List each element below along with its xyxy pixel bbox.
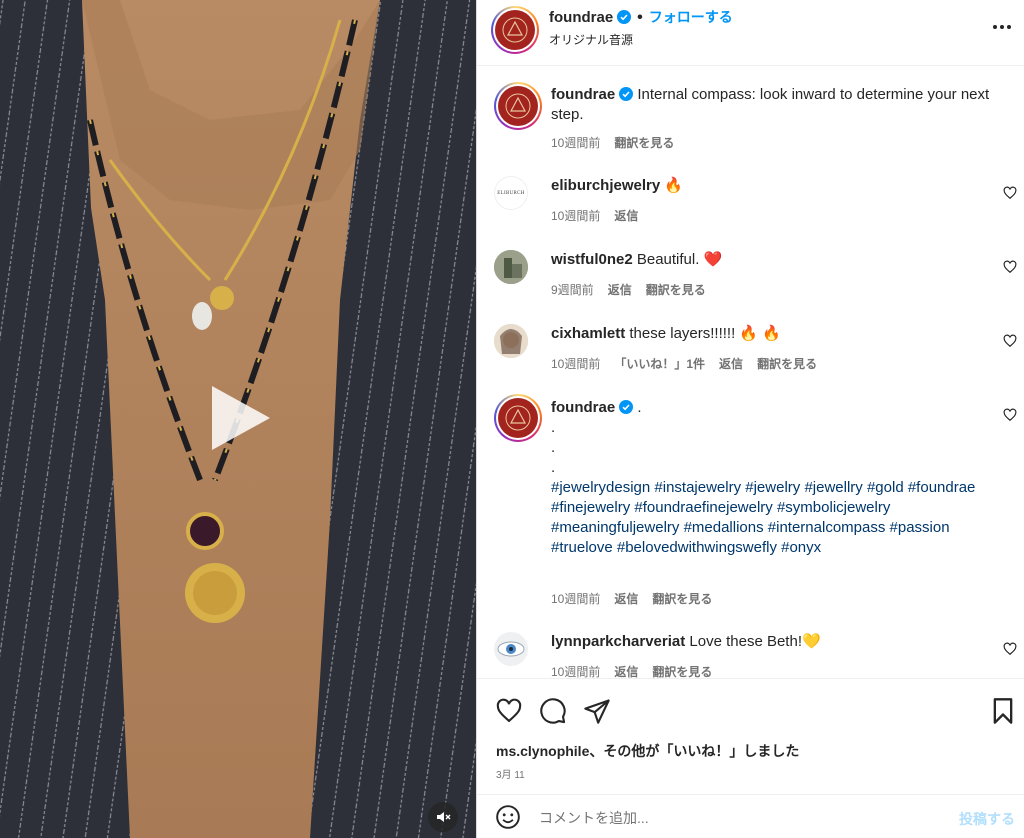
bookmark-icon <box>993 698 1013 724</box>
reply-button[interactable]: 返信 <box>608 283 632 297</box>
share-button[interactable] <box>583 697 611 730</box>
like-comment-heart-icon[interactable] <box>1003 408 1017 422</box>
emoji-button[interactable] <box>495 804 521 835</box>
comment-text: Love these Beth!💛 <box>689 633 821 650</box>
author-username[interactable]: foundrae <box>549 9 613 26</box>
translate-button[interactable]: 翻訳を見る <box>652 592 712 606</box>
video-player[interactable] <box>0 0 476 838</box>
post-panel: foundrae • フォローする オリジナル音源 foundrae Interna… <box>476 0 1024 838</box>
comments-list[interactable]: foundrae Internal compass: look inward t… <box>477 66 1024 678</box>
speaker-muted-icon <box>437 812 451 822</box>
comment-item: wistful0ne2 Beautiful. ❤️ 9週間前 返信 翻訳を見る <box>477 246 1024 320</box>
like-comment-heart-icon[interactable] <box>1003 334 1017 348</box>
reply-button[interactable]: 返信 <box>719 357 743 371</box>
commenter-avatar[interactable] <box>494 250 528 284</box>
commenter-username[interactable]: foundrae <box>551 399 615 416</box>
commenter-avatar[interactable] <box>494 632 528 666</box>
post-actions: ms.clynophile、その他が「いいね！」しました 3月 11 投稿する <box>477 678 1024 838</box>
comment-text: 🔥 <box>664 177 684 194</box>
translate-button[interactable]: 翻訳を見る <box>757 357 817 371</box>
caption: foundrae Internal compass: look inward t… <box>477 82 1024 172</box>
reply-button[interactable]: 返信 <box>614 665 638 678</box>
mute-toggle[interactable] <box>428 802 458 832</box>
avatar-text: ELIBURCH <box>497 190 525 196</box>
commenter-avatar[interactable] <box>494 324 528 358</box>
heart-icon <box>496 698 522 723</box>
comment-input[interactable] <box>539 807 939 829</box>
author-avatar[interactable] <box>494 394 542 442</box>
like-comment-heart-icon[interactable] <box>1003 260 1017 274</box>
likes-suffix: 、その他が「いいね！」しました <box>589 743 800 759</box>
comment-bubble-icon <box>540 698 566 724</box>
audio-label[interactable]: オリジナル音源 <box>549 31 633 48</box>
author-avatar[interactable] <box>494 82 542 130</box>
comment-time[interactable]: 10週間前 <box>551 209 600 223</box>
post-comment-button[interactable]: 投稿する <box>959 809 1015 829</box>
commenter-username[interactable]: cixhamlett <box>551 325 625 342</box>
liker-username[interactable]: ms.clynophile <box>496 743 589 759</box>
more-options-button[interactable] <box>991 16 1013 43</box>
comment-text-line: . <box>551 419 556 436</box>
comment-time[interactable]: 10週間前 <box>551 357 600 371</box>
play-button[interactable] <box>198 378 278 458</box>
comment-item: ELIBURCH eliburchjewelry 🔥 10週間前 返信 <box>477 172 1024 246</box>
reply-button[interactable]: 返信 <box>614 209 638 223</box>
evil-eye-avatar-icon <box>497 641 525 657</box>
commenter-username[interactable]: lynnparkcharveriat <box>551 633 685 650</box>
comment-time[interactable]: 10週間前 <box>551 592 600 606</box>
verified-badge-icon <box>617 10 632 24</box>
post-header: foundrae • フォローする オリジナル音源 <box>477 0 1024 66</box>
translate-button[interactable]: 翻訳を見る <box>646 283 706 297</box>
comment-button[interactable] <box>539 697 567 730</box>
caption-time[interactable]: 10週間前 <box>551 136 600 150</box>
comment-text-line: . <box>551 439 556 456</box>
comment-text-line: . <box>637 399 642 416</box>
like-comment-heart-icon[interactable] <box>1003 642 1017 656</box>
author-avatar[interactable] <box>491 6 539 54</box>
paper-plane-icon <box>584 699 610 724</box>
comment-text: Beautiful. ❤️ <box>636 251 723 268</box>
caption-username[interactable]: foundrae <box>551 86 615 103</box>
more-horizontal-icon <box>993 25 1011 29</box>
foundrae-logo-icon <box>498 398 538 438</box>
emoji-icon <box>496 805 520 829</box>
likes-summary[interactable]: ms.clynophile、その他が「いいね！」しました <box>496 741 799 761</box>
comment-item: foundrae . . . . #jewelrydesign #instaje… <box>477 394 1024 624</box>
comment-item: lynnparkcharveriat Love these Beth!💛 10週… <box>477 628 1024 678</box>
follow-button[interactable]: フォローする <box>649 9 733 25</box>
verified-badge-icon <box>619 87 634 101</box>
translate-button[interactable]: 翻訳を見る <box>614 136 674 150</box>
comment-text: these layers!!!!!! 🔥 🔥 <box>629 325 781 342</box>
comment-time[interactable]: 10週間前 <box>551 665 600 678</box>
caption-text: Internal compass: look inward to determi… <box>551 86 990 123</box>
add-comment-bar: 投稿する <box>477 794 1024 838</box>
comment-likes-count[interactable]: 「いいね！」1件 <box>614 357 705 371</box>
comment-time[interactable]: 9週間前 <box>551 283 594 297</box>
commenter-username[interactable]: wistful0ne2 <box>551 251 633 268</box>
separator-dot: • <box>637 9 643 26</box>
foundrae-logo-icon <box>498 86 538 126</box>
comment-item: cixhamlett these layers!!!!!! 🔥 🔥 10週間前「… <box>477 320 1024 394</box>
commenter-avatar[interactable]: ELIBURCH <box>494 176 528 210</box>
like-comment-heart-icon[interactable] <box>1003 186 1017 200</box>
translate-button[interactable]: 翻訳を見る <box>652 665 712 678</box>
post-date[interactable]: 3月 11 <box>496 766 525 781</box>
verified-badge-icon <box>619 400 634 414</box>
save-button[interactable] <box>991 697 1015 730</box>
foundrae-logo-icon <box>495 10 535 50</box>
hashtag-list[interactable]: #jewelrydesign #instajewelry #jewelry #j… <box>551 479 975 556</box>
commenter-username[interactable]: eliburchjewelry <box>551 177 660 194</box>
comment-text-line: . <box>551 459 556 476</box>
reply-button[interactable]: 返信 <box>614 592 638 606</box>
play-icon <box>212 386 270 450</box>
like-button[interactable] <box>495 697 523 730</box>
